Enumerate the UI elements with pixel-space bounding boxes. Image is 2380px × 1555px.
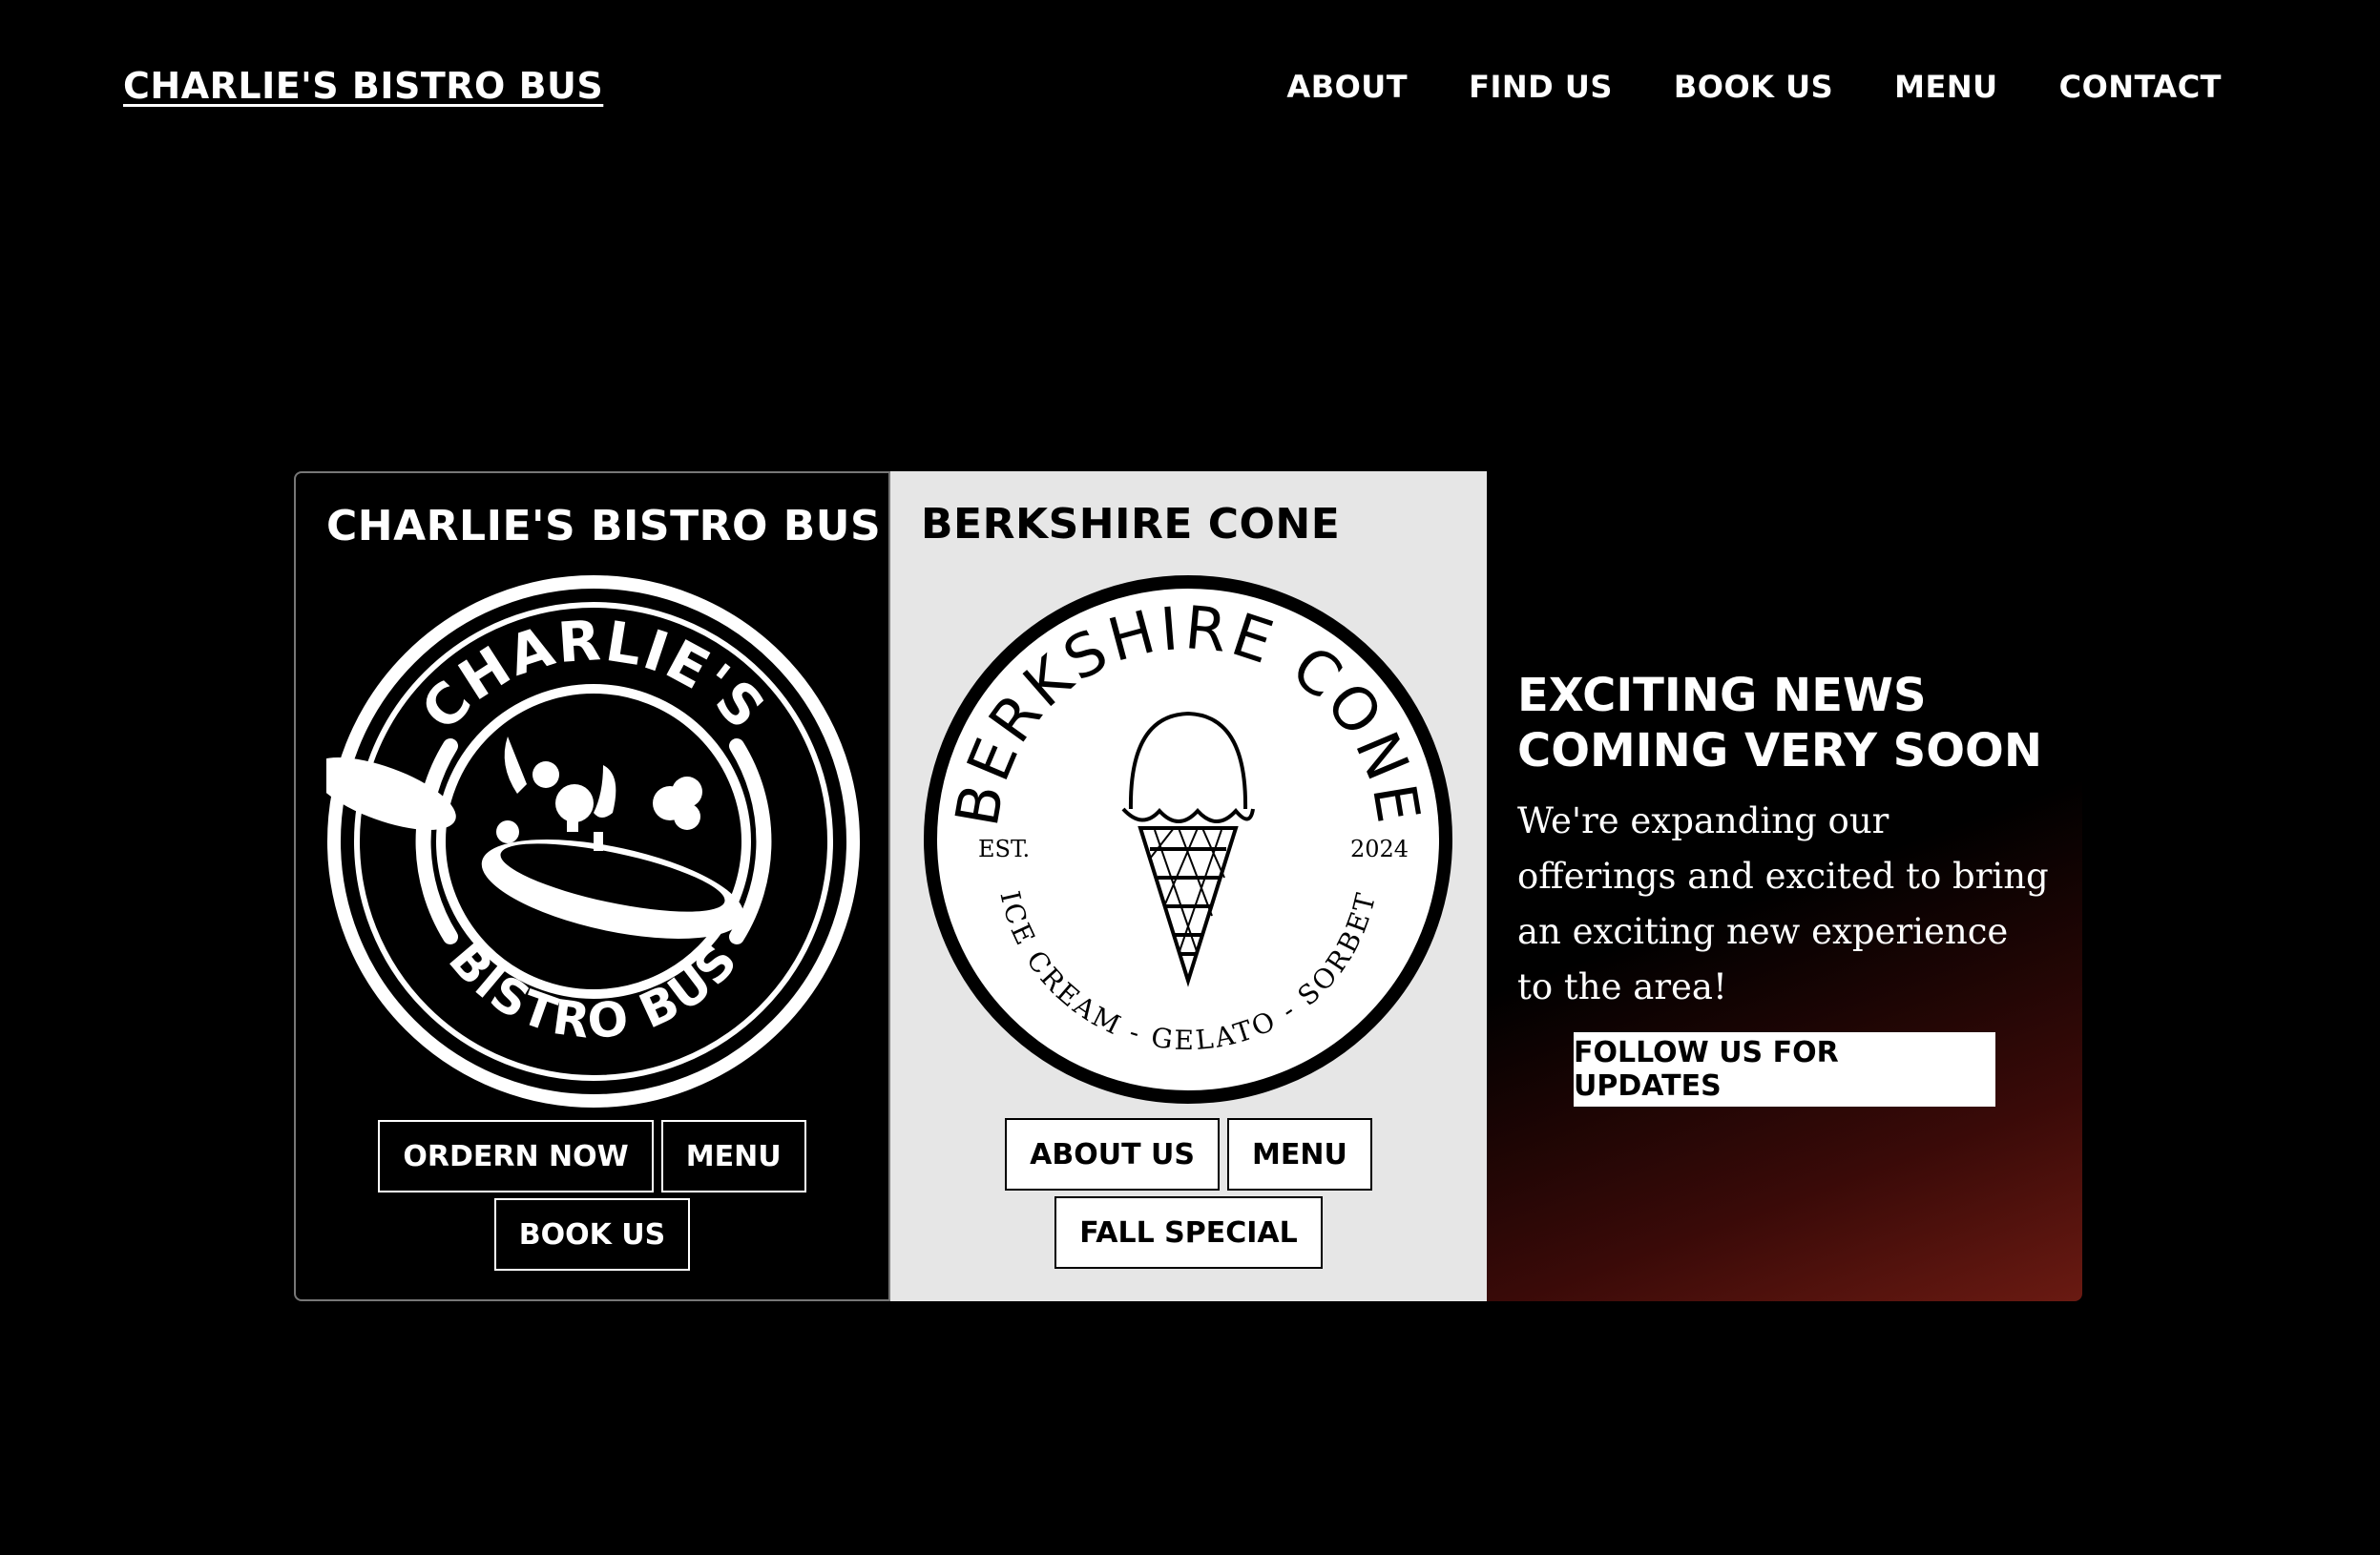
site-header: CHARLIE'S BISTRO BUS ABOUT FIND US BOOK … [0, 0, 2380, 176]
nav-contact[interactable]: CONTACT [2059, 69, 2222, 105]
cone-logo-year: 2024 [1350, 836, 1409, 862]
news-card: EXCITING NEWS COMING VERY SOON We're exp… [1487, 471, 2082, 1301]
cards-section: CHARLIE'S BISTRO BUS CHARLIE'S BISTRO BU… [294, 471, 2082, 1301]
nav-about[interactable]: ABOUT [1286, 69, 1408, 105]
cone-menu-button[interactable]: MENU [1227, 1118, 1372, 1191]
cone-button-row-1: ABOUT US MENU [890, 1118, 1487, 1191]
nav-find-us[interactable]: FIND US [1469, 69, 1613, 105]
main-nav: ABOUT FIND US BOOK US MENU CONTACT [1286, 69, 2222, 105]
news-body: We're expanding our offerings and excite… [1517, 800, 2049, 1007]
follow-us-button[interactable]: FOLLOW US FOR UPDATES [1574, 1032, 1995, 1107]
about-us-button[interactable]: ABOUT US [1005, 1118, 1220, 1191]
bistro-button-row-2: BOOK US [296, 1198, 888, 1271]
bistro-card-title: CHARLIE'S BISTRO BUS [326, 502, 882, 550]
news-heading: EXCITING NEWS COMING VERY SOON [1517, 668, 2052, 778]
cone-card-title: BERKSHIRE CONE [921, 500, 1341, 549]
news-heading-line-1: EXCITING NEWS [1517, 669, 1927, 722]
berkshire-cone-card: BERKSHIRE CONE BERKSHIRE CONE ICE CREAM … [890, 471, 1487, 1301]
bistro-button-row-1: ORDERN NOW MENU [296, 1120, 888, 1192]
berkshire-cone-logo: BERKSHIRE CONE ICE CREAM - GELATO - SORB… [924, 575, 1452, 1104]
cone-button-row-2: FALL SPECIAL [890, 1196, 1487, 1269]
bistro-card: CHARLIE'S BISTRO BUS CHARLIE'S BISTRO BU… [294, 471, 890, 1301]
cone-logo-est: EST. [978, 836, 1030, 862]
site-brand-link[interactable]: CHARLIE'S BISTRO BUS [123, 65, 603, 107]
nav-menu[interactable]: MENU [1894, 69, 1997, 105]
charlies-bistro-bus-logo: CHARLIE'S BISTRO BUS [326, 575, 860, 1108]
order-now-button[interactable]: ORDERN NOW [378, 1120, 654, 1192]
bistro-menu-button[interactable]: MENU [660, 1120, 806, 1192]
news-heading-line-2: COMING VERY SOON [1517, 724, 2043, 778]
fall-special-button[interactable]: FALL SPECIAL [1054, 1196, 1323, 1269]
bistro-book-us-button[interactable]: BOOK US [493, 1198, 691, 1271]
nav-book-us[interactable]: BOOK US [1674, 69, 1833, 105]
